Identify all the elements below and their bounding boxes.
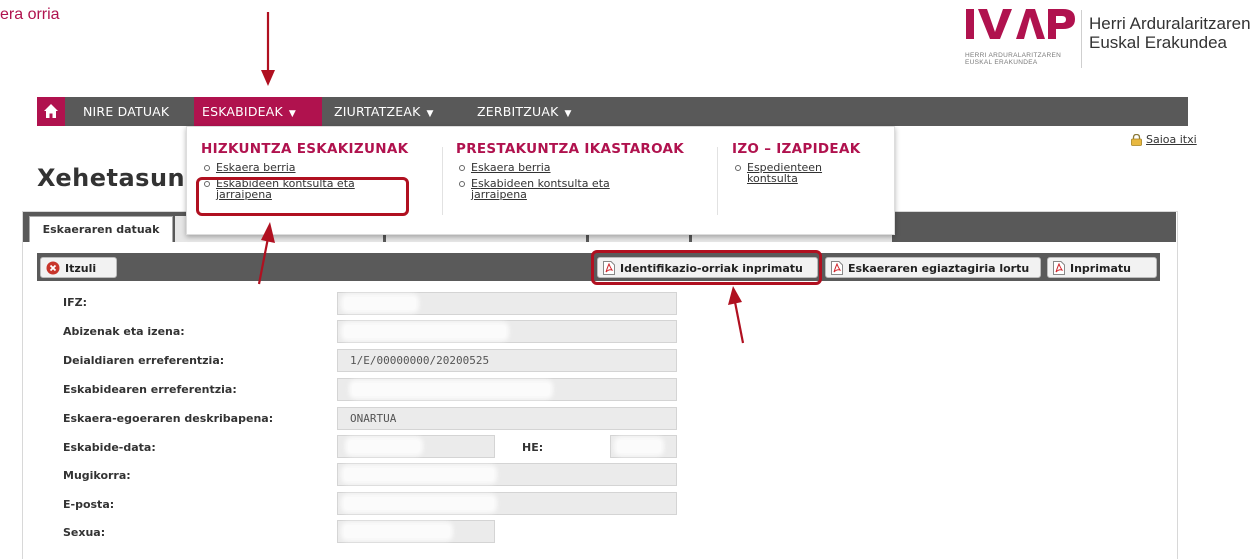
nav-zerbitzuak[interactable]: ZERBITZUAK ▼ xyxy=(469,97,580,126)
email-field[interactable] xyxy=(337,492,677,515)
ivap-logo xyxy=(966,9,1075,39)
dropdown-heading: PRESTAKUNTZA IKASTAROAK xyxy=(456,141,685,157)
page-header-text: era orria xyxy=(0,6,60,23)
new-request-link[interactable]: Eskaera berria xyxy=(201,162,427,173)
sex-label: Sexua: xyxy=(63,526,106,539)
application-reference-field[interactable] xyxy=(337,378,677,401)
he-label: HE: xyxy=(522,441,544,454)
nav-nire-datuak[interactable]: NIRE DATUAK xyxy=(75,97,177,126)
application-reference-label: Eskabidearen erreferentzia: xyxy=(63,383,237,396)
caret-down-icon: ▼ xyxy=(288,109,297,119)
status-description-field[interactable]: ONARTUA xyxy=(337,407,677,430)
caret-down-icon: ▼ xyxy=(564,109,572,119)
close-circle-icon xyxy=(46,261,60,275)
ifz-field[interactable] xyxy=(337,292,677,315)
dropdown-divider xyxy=(442,147,443,215)
name-label: Abizenak eta izena: xyxy=(63,325,185,338)
logo-divider xyxy=(1081,10,1082,68)
nav-eskabideak[interactable]: ESKABIDEAK ▼ xyxy=(194,97,322,126)
home-icon xyxy=(44,104,58,118)
dropdown-column-training: PRESTAKUNTZA IKASTAROAK Eskaera berria E… xyxy=(456,141,706,200)
pdf-icon xyxy=(1053,261,1065,275)
annotation-highlight-box xyxy=(591,250,822,285)
files-consultation-link[interactable]: Espedienteen kontsulta xyxy=(732,162,827,184)
organization-name: Herri Arduralaritzaren Euskal Erakundea xyxy=(1089,14,1251,52)
application-date-field[interactable] xyxy=(337,435,495,458)
caret-down-icon: ▼ xyxy=(426,109,434,119)
name-field[interactable] xyxy=(337,320,677,343)
call-reference-label: Deialdiaren erreferentzia: xyxy=(63,354,225,367)
lock-icon xyxy=(1131,134,1142,146)
pdf-icon xyxy=(831,261,843,275)
back-button[interactable]: Itzuli xyxy=(40,257,117,278)
page-title: Xehetasuna xyxy=(37,164,202,192)
nav-ziurtatzeak[interactable]: ZIURTATZEAK ▼ xyxy=(326,97,442,126)
email-label: E-posta: xyxy=(63,498,115,511)
application-date-label: Eskabide-data: xyxy=(63,441,156,454)
dropdown-heading: IZO – IZAPIDEAK xyxy=(732,141,861,157)
home-button[interactable] xyxy=(37,97,65,126)
logo-subtitle: HERRI ARDURALARITZAREN EUSKAL ERAKUNDEA xyxy=(965,52,1062,66)
dropdown-heading: HIZKUNTZA ESKAKIZUNAK xyxy=(201,141,409,157)
get-proof-button[interactable]: Eskaeraren egiaztagiria lortu xyxy=(825,257,1041,278)
tab-eskaeraren-datuak[interactable]: Eskaeraren datuak xyxy=(29,216,173,242)
request-consultation-link[interactable]: Eskabideen kontsulta eta jarraipena xyxy=(456,178,651,200)
mobile-label: Mugikorra: xyxy=(63,469,131,482)
dropdown-divider xyxy=(717,147,718,215)
annotation-highlight-box xyxy=(196,177,409,216)
new-request-link[interactable]: Eskaera berria xyxy=(456,162,706,173)
he-field[interactable] xyxy=(610,435,677,458)
dropdown-column-izo: IZO – IZAPIDEAK Espedienteen kontsulta xyxy=(732,141,882,184)
ifz-label: IFZ: xyxy=(63,296,87,309)
mobile-field[interactable] xyxy=(337,463,677,486)
sex-field[interactable] xyxy=(337,520,495,543)
status-description-label: Eskaera-egoeraren deskribapena: xyxy=(63,412,274,425)
call-reference-field[interactable]: 1/E/00000000/20200525 xyxy=(337,349,677,372)
print-button[interactable]: Inprimatu xyxy=(1047,257,1157,278)
logout-link[interactable]: Saioa itxi xyxy=(1146,133,1197,146)
